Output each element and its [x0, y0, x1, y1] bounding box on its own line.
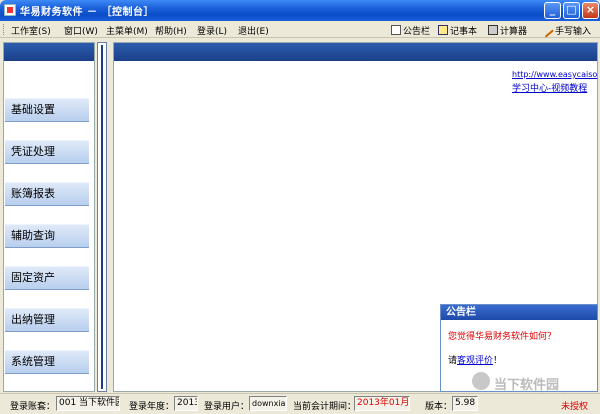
nav-pane-header: [4, 43, 94, 61]
menu-help[interactable]: 帮助(H): [155, 24, 187, 37]
nav-auxiliary-query[interactable]: 辅助查询: [5, 224, 89, 248]
watermark-logo-icon: [472, 372, 490, 390]
video-tutorial-link[interactable]: 学习中心-视频教程: [512, 81, 587, 94]
status-version-value: 5.98: [452, 396, 478, 411]
menu-login[interactable]: 登录(L): [197, 24, 227, 37]
pane-splitter[interactable]: [95, 42, 113, 392]
menu-main[interactable]: 主菜单(M): [106, 24, 148, 37]
tool-calculator-label: 计算器: [500, 27, 528, 37]
nav-ledger-reports[interactable]: 账簿报表: [5, 182, 89, 206]
maximize-button[interactable]: □: [563, 2, 580, 19]
status-user-value: downxia: [249, 396, 287, 411]
status-year-label: 登录年度：: [129, 402, 175, 412]
window-title: 华易财务软件 － ［控制台］: [20, 7, 154, 18]
app-icon[interactable]: [4, 4, 16, 16]
splitter-bar[interactable]: [97, 42, 107, 392]
menu-grip: [3, 24, 5, 35]
tool-handwriting[interactable]: 手写输入: [542, 24, 592, 38]
watermark-text: 当下软件园: [494, 378, 560, 393]
rate-link[interactable]: 客观评价: [457, 356, 493, 366]
notice-question: 您觉得华易财务软件如何？: [448, 332, 557, 342]
status-period-label: 当前会计期间：: [293, 402, 357, 412]
nav-system[interactable]: 系统管理: [5, 350, 89, 374]
status-bar: 登录账套： 001 当下软件园 登录年度： 2013 登录用户： downxia…: [0, 393, 600, 414]
menu-bar: 工作室(S) 窗口(W) 主菜单(M) 帮助(H) 登录(L) 退出(E) 公告…: [0, 21, 600, 38]
status-version-label: 版本：: [425, 402, 453, 412]
tool-notice-board[interactable]: 公告栏: [391, 24, 430, 37]
board-icon: [391, 25, 401, 35]
menu-window[interactable]: 窗口(W): [64, 24, 98, 37]
close-button[interactable]: ×: [582, 2, 599, 19]
tool-notepad-label: 记事本: [450, 27, 478, 37]
minimize-button[interactable]: _: [544, 2, 561, 19]
nav-pane: 基础设置 凭证处理 账簿报表 辅助查询 固定资产 出纳管理 系统管理: [3, 42, 95, 392]
notepad-icon: [438, 25, 448, 35]
nav-basic-settings[interactable]: 基础设置: [5, 98, 89, 122]
status-user-label: 登录用户：: [204, 402, 250, 412]
tool-handwriting-label: 手写输入: [555, 27, 592, 37]
notice-title: 公告栏: [441, 305, 597, 320]
status-period-value: 2013年01月: [354, 396, 410, 411]
notice-rating-line: 请客观评价！: [448, 353, 502, 366]
status-account-value: 001 当下软件园: [56, 396, 120, 411]
nav-voucher-processing[interactable]: 凭证处理: [5, 140, 89, 164]
status-year-value: 2013: [174, 396, 198, 411]
calculator-icon: [488, 25, 498, 35]
status-account-label: 登录账套：: [10, 402, 56, 412]
nav-cashier[interactable]: 出纳管理: [5, 308, 89, 332]
tool-calculator[interactable]: 计算器: [488, 24, 527, 37]
menu-exit[interactable]: 退出(E): [238, 24, 269, 37]
menu-workroom[interactable]: 工作室(S): [11, 24, 51, 37]
status-license: 未授权: [561, 402, 589, 412]
notice-prefix: 请: [448, 356, 458, 366]
notice-suffix: ！: [493, 356, 503, 366]
main-pane-header: [114, 43, 597, 61]
nav-fixed-assets[interactable]: 固定资产: [5, 266, 89, 290]
title-bar[interactable]: 华易财务软件 － ［控制台］ _ □ ×: [0, 0, 600, 21]
tool-notice-label: 公告栏: [403, 27, 431, 37]
website-link[interactable]: http://www.easycaiso: [512, 70, 597, 79]
pen-icon: [542, 26, 554, 38]
tool-notepad[interactable]: 记事本: [438, 24, 477, 37]
